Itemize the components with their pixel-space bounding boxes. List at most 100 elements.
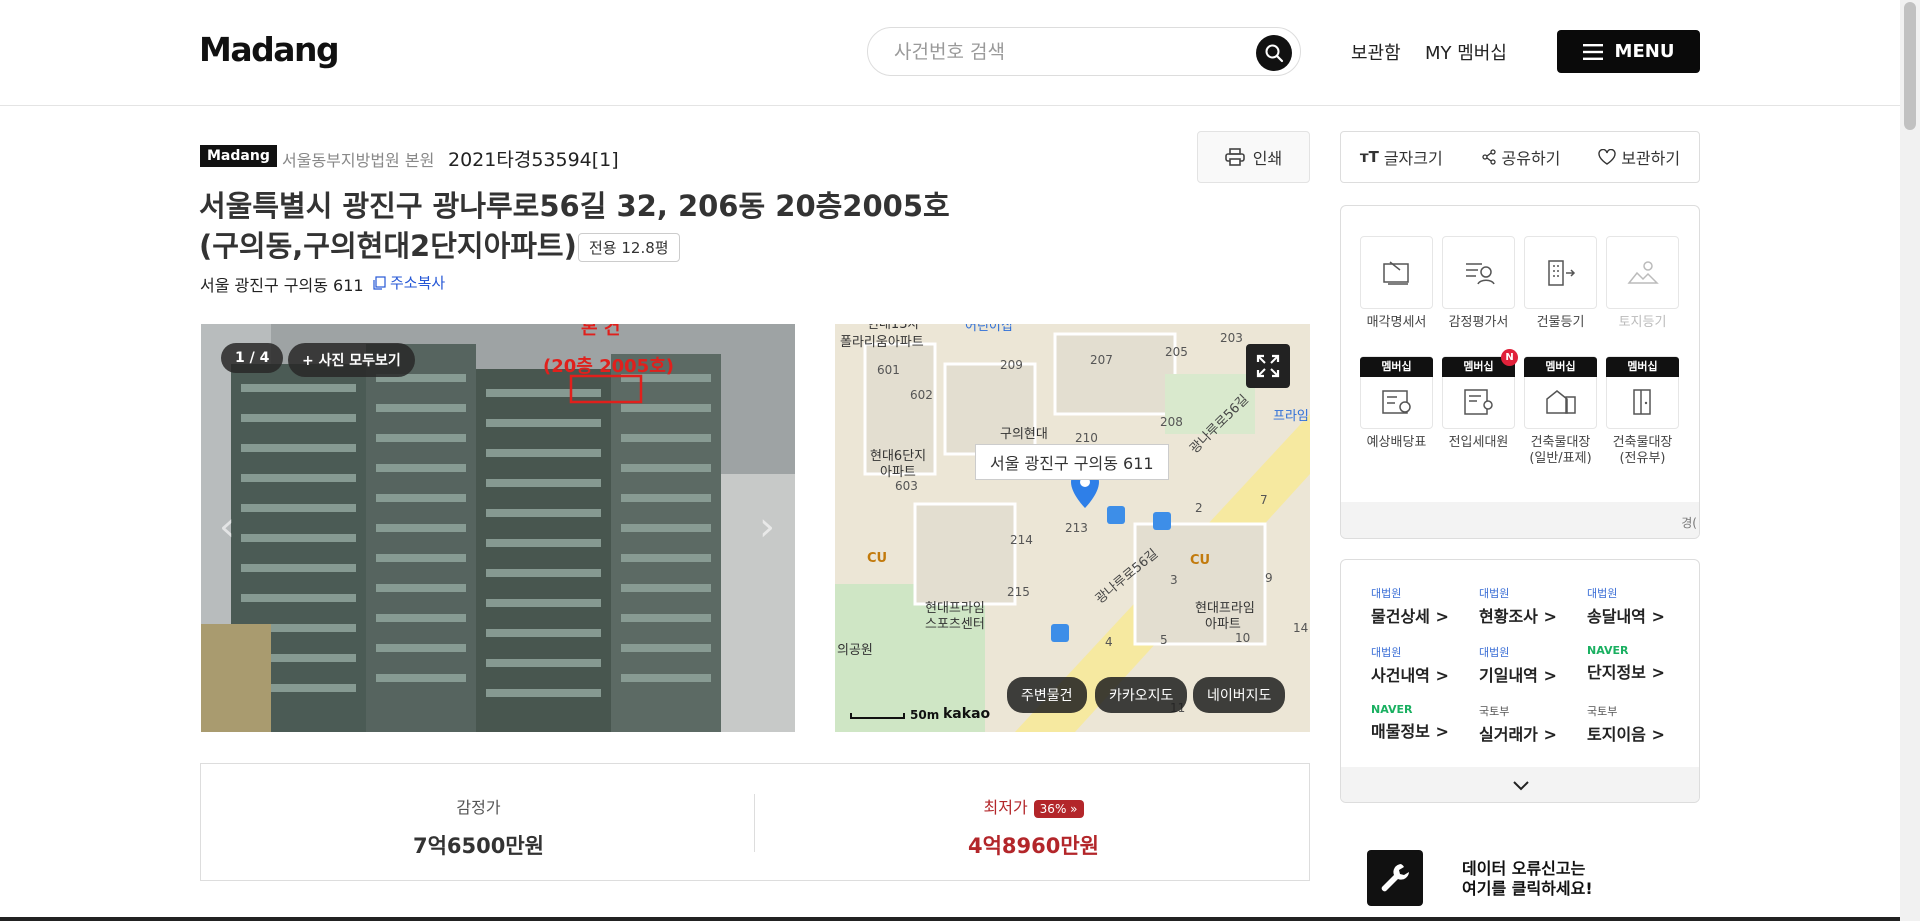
svg-text:209: 209 xyxy=(1000,358,1023,372)
house-doc-icon xyxy=(1545,390,1576,414)
svg-text:213: 213 xyxy=(1065,521,1088,535)
appraisal-value: 7억6500만원 xyxy=(412,834,545,858)
svg-text:스포츠센터: 스포츠센터 xyxy=(925,617,985,632)
bookmark-button[interactable]: 보관하기 xyxy=(1598,145,1680,169)
membership-badge: 멤버십 xyxy=(1524,357,1597,377)
kakao-map-button[interactable]: 카카오지도 xyxy=(1095,677,1188,713)
report-error-button[interactable] xyxy=(1367,850,1423,906)
link-item[interactable]: 대법원 물건상세 > xyxy=(1371,585,1481,627)
svg-text:CU: CU xyxy=(1190,553,1210,568)
my-membership-link[interactable]: MY 멤버십 xyxy=(1425,39,1507,65)
svg-text:10: 10 xyxy=(1235,631,1250,645)
svg-text:현대프라임: 현대프라임 xyxy=(925,601,985,616)
link-item[interactable]: 대법원 현황조사 > xyxy=(1479,585,1589,627)
jibun-address: 서울 광진구 구의동 611 xyxy=(200,276,364,295)
svg-text:아파트: 아파트 xyxy=(880,465,916,480)
appraisal-price: 감정가 7억6500만원 xyxy=(201,794,756,860)
photo-overlay-text-2: (20층 2005호) xyxy=(543,356,674,377)
nearby-items-button[interactable]: 주변물건 xyxy=(1007,677,1087,713)
map-canvas: 601602603 209 207205 203208210 213214215 … xyxy=(835,324,1310,732)
logo[interactable]: Madang xyxy=(199,30,340,69)
doc-building-ledger-unit[interactable]: 멤버십 건축물대장 (전유부) xyxy=(1606,356,1679,467)
search-button[interactable] xyxy=(1256,35,1292,71)
link-item[interactable]: NAVER 매물정보 > xyxy=(1371,703,1481,742)
building-doc-icon xyxy=(1547,259,1575,286)
svg-text:210: 210 xyxy=(1075,431,1098,445)
svg-text:14: 14 xyxy=(1293,621,1308,635)
report-error-text[interactable]: 데이터 오류신고는 여기를 클릭하세요! xyxy=(1462,859,1593,899)
property-photo[interactable]: 본 건 (20층 2005호) 1 / 4 + 사진 모두보기 ‹ › xyxy=(201,324,795,732)
svg-text:어린이집: 어린이집 xyxy=(965,324,1013,334)
gavel-doc-icon xyxy=(1382,260,1409,285)
svg-text:9: 9 xyxy=(1265,571,1273,585)
prev-photo-arrow[interactable]: ‹ xyxy=(219,504,235,550)
storage-link[interactable]: 보관함 xyxy=(1351,39,1401,65)
appraisal-label: 감정가 xyxy=(456,798,501,817)
page-scrollbar[interactable] xyxy=(1900,0,1920,921)
next-photo-arrow[interactable]: › xyxy=(759,504,775,550)
doc-building-ledger-general[interactable]: 멤버십 건축물대장 (일반/표제) xyxy=(1524,356,1597,467)
docs-footer: 경( xyxy=(1341,502,1699,538)
doc-building-registry[interactable]: 건물등기 xyxy=(1524,236,1597,331)
svg-text:5: 5 xyxy=(1160,633,1168,647)
naver-map-button[interactable]: 네이버지도 xyxy=(1193,677,1286,713)
search-input[interactable] xyxy=(894,39,1234,65)
door-doc-icon xyxy=(1632,389,1651,415)
svg-text:CU: CU xyxy=(867,551,887,566)
svg-text:현대13차: 현대13차 xyxy=(867,324,919,332)
svg-text:208: 208 xyxy=(1160,415,1183,429)
share-button[interactable]: 공유하기 xyxy=(1481,145,1560,169)
copy-icon xyxy=(373,275,386,290)
copy-address-button[interactable]: 주소복사 xyxy=(373,272,445,293)
svg-text:구의현대: 구의현대 xyxy=(1000,427,1048,442)
link-item[interactable]: 대법원 사건내역 > xyxy=(1371,644,1481,686)
membership-badge: 멤버십 xyxy=(1606,357,1679,377)
search-box xyxy=(867,27,1301,76)
font-size-button[interactable]: тT 글자크기 xyxy=(1360,145,1443,169)
price-summary: 감정가 7억6500만원 최저가 36% » 4억8960만원 xyxy=(200,763,1310,881)
menu-button[interactable]: MENU xyxy=(1557,30,1700,73)
minimum-price: 최저가 36% » 4억8960만원 xyxy=(756,794,1311,860)
link-item[interactable]: 국토부 토지이음 > xyxy=(1587,703,1697,745)
doc-sale-statement[interactable]: 매각명세서 xyxy=(1360,236,1433,331)
doc-expected-dividend[interactable]: 멤버십 예상배당표 xyxy=(1360,356,1433,451)
link-item[interactable]: NAVER 단지정보 > xyxy=(1587,644,1697,683)
land-doc-icon xyxy=(1626,260,1659,284)
svg-text:4: 4 xyxy=(1105,635,1113,649)
doc-resident-household[interactable]: 멤버십 N 전입세대원 xyxy=(1442,349,1518,451)
wrench-icon xyxy=(1381,864,1409,892)
resident-doc-icon xyxy=(1463,389,1493,415)
svg-text:215: 215 xyxy=(1007,585,1030,599)
print-label: 인쇄 xyxy=(1252,149,1283,168)
side-action-bar: тT 글자크기 공유하기 보관하기 xyxy=(1340,131,1700,183)
area-badge: 전용 12.8평 xyxy=(578,233,680,262)
photo-counter: 1 / 4 xyxy=(221,343,284,373)
doc-land-registry[interactable]: 토지등기 xyxy=(1606,236,1679,331)
svg-text:205: 205 xyxy=(1165,345,1188,359)
location-map[interactable]: 601 602 603 209 207 205 203 208 210 213 214 215 … xyxy=(835,324,1310,732)
title-line-2: (구의동,구의현대2단지아파트) xyxy=(199,229,577,263)
print-button[interactable]: 인쇄 xyxy=(1197,131,1310,183)
font-size-icon: тT xyxy=(1359,148,1379,166)
link-item[interactable]: 대법원 기일내역 > xyxy=(1479,644,1589,686)
appraisal-doc-icon xyxy=(1465,262,1495,284)
bottom-edge xyxy=(0,917,1900,921)
link-item[interactable]: 대법원 송달내역 > xyxy=(1587,585,1697,627)
expand-links-button[interactable] xyxy=(1341,767,1699,802)
svg-text:프라임: 프라임 xyxy=(1273,409,1309,424)
copy-address-label: 주소복사 xyxy=(390,274,446,292)
svg-text:203: 203 xyxy=(1220,331,1243,345)
printer-icon xyxy=(1224,148,1245,166)
building-photo xyxy=(201,324,795,732)
scrollbar-thumb[interactable] xyxy=(1904,2,1916,130)
expand-icon xyxy=(1256,354,1280,378)
court-name: 서울동부지방법원 본원 xyxy=(282,151,435,170)
external-links-panel: 대법원 물건상세 > 대법원 현황조사 > 대법원 송달내역 > 대법원 사건내역 > … xyxy=(1340,559,1700,803)
photo-overlay-text-1: 본 건 xyxy=(581,324,621,339)
svg-text:602: 602 xyxy=(910,388,933,402)
link-item[interactable]: 국토부 실거래가 > xyxy=(1479,703,1589,745)
doc-appraisal[interactable]: 감정평가서 xyxy=(1442,236,1515,331)
view-all-photos-button[interactable]: + 사진 모두보기 xyxy=(288,343,415,377)
map-fullscreen-button[interactable] xyxy=(1246,344,1290,388)
minimum-label: 최저가 xyxy=(983,798,1028,817)
